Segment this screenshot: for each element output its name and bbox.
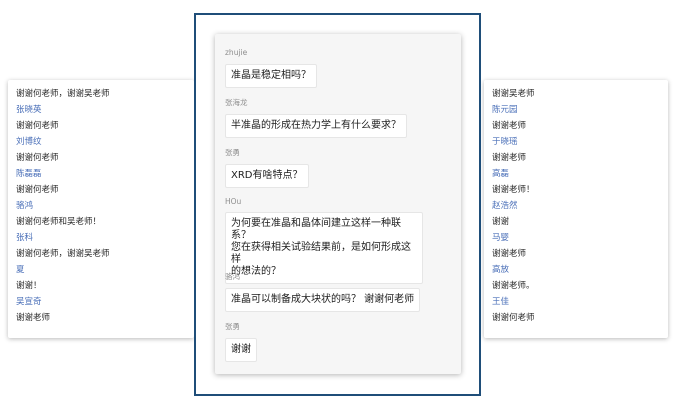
chat-message-text: 谢谢！ xyxy=(16,281,42,291)
chat-sender-name: 于晓瑶 xyxy=(492,137,518,147)
message-bubble: 谢谢 xyxy=(225,338,257,362)
chat-message-text: 谢谢何老师，谢谢吴老师 xyxy=(16,89,110,99)
chat-sender-name: 高磊 xyxy=(492,169,510,179)
chat-sender-name: 张晓英 xyxy=(16,105,42,115)
chat-sender-name: 赵浩然 xyxy=(492,201,518,211)
chat-message: 张勇 XRD有啥特点？ xyxy=(225,148,309,188)
chat-message: 张海龙 半准晶的形成在热力学上有什么要求？ xyxy=(225,98,407,138)
chat-message-text: 谢谢老师 xyxy=(492,153,527,163)
right-chat-list: 谢谢吴老师 陈元园 谢谢老师 于晓瑶 谢谢老师 高磊 谢谢老师！ 赵浩然 谢谢 马婴 谢谢老师 高放谢… xyxy=(492,86,668,326)
chat-message-text: 谢谢 xyxy=(492,217,510,227)
right-chat-panel[interactable]: 谢谢吴老师 陈元园 谢谢老师 于晓瑶 谢谢老师 高磊 谢谢老师！ 赵浩然 谢谢 马婴 谢谢老师 高放谢… xyxy=(484,80,668,338)
chat-message-text: 谢谢何老师 xyxy=(16,185,59,195)
chat-sender-name: 张科 xyxy=(16,233,34,243)
left-chat-list: 谢谢何老师，谢谢吴老师 张晓英 谢谢何老师 刘博纹 谢谢何老师 陈磊磊 谢谢何老师 骆鸿 谢谢何… xyxy=(16,86,194,326)
message-sender: 张海龙 xyxy=(225,98,248,107)
chat-message-text: 谢谢何老师 xyxy=(16,121,59,131)
chat-message-text: 谢谢老师 xyxy=(16,313,51,323)
chat-message: 张勇 谢谢 xyxy=(225,322,257,362)
left-chat-panel[interactable]: 谢谢何老师，谢谢吴老师 张晓英 谢谢何老师 刘博纹 谢谢何老师 陈磊磊 谢谢何老师 骆鸿 谢谢何… xyxy=(8,80,194,338)
qa-chat-card[interactable]: zhujie 准晶是稳定相吗？ 张海龙 半准晶的形成在热力学上有什么要求？ 张勇… xyxy=(215,34,461,374)
message-sender: 张勇 xyxy=(225,322,240,331)
chat-message-text: 谢谢何老师和吴老师！ xyxy=(16,217,102,227)
message-sender: 张勇 xyxy=(225,148,240,157)
chat-message-text: 谢谢何老师 xyxy=(492,313,535,323)
chat-sender-name: 刘博纹 xyxy=(16,137,42,147)
highlight-frame: zhujie 准晶是稳定相吗？ 张海龙 半准晶的形成在热力学上有什么要求？ 张勇… xyxy=(194,13,481,396)
message-sender: 骆鸿 xyxy=(225,272,240,281)
chat-sender-name: 夏 xyxy=(16,265,25,275)
chat-message-text: 谢谢老师 xyxy=(492,121,527,131)
chat-message: 骆鸿 准晶可以制备成大块状的吗？ 谢谢何老师 xyxy=(225,272,421,312)
chat-message-text: 谢谢老师。 xyxy=(492,281,535,291)
chat-sender-name: 骆鸿 xyxy=(16,201,34,211)
chat-message: zhujie 准晶是稳定相吗？ xyxy=(225,48,317,88)
screenshot-stage: 谢谢何老师，谢谢吴老师 张晓英 谢谢何老师 刘博纹 谢谢何老师 陈磊磊 谢谢何老师 骆鸿 谢谢何… xyxy=(0,0,687,403)
chat-message-text: 谢谢老师 xyxy=(492,249,527,259)
chat-message-text: 谢谢老师！ xyxy=(492,185,535,195)
message-sender: zhujie xyxy=(225,48,248,57)
message-bubble: 半准晶的形成在热力学上有什么要求？ xyxy=(225,114,407,138)
message-bubble: XRD有啥特点？ xyxy=(225,164,309,188)
chat-message: HOu 为何要在准晶和晶体间建立这样一种联系？ 您在获得相关试验结果前，是如何形… xyxy=(225,197,423,284)
chat-sender-name: 高放 xyxy=(492,265,510,275)
chat-message-text: 谢谢吴老师 xyxy=(492,89,535,99)
chat-sender-name: 马婴 xyxy=(492,233,510,243)
chat-message-text: 谢谢何老师，谢谢吴老师 xyxy=(16,249,110,259)
chat-sender-name: 陈磊磊 xyxy=(16,169,42,179)
message-bubble: 准晶可以制备成大块状的吗？ 谢谢何老师 xyxy=(225,288,421,312)
message-bubble: 准晶是稳定相吗？ xyxy=(225,64,317,88)
chat-sender-name: 陈元园 xyxy=(492,105,518,115)
message-sender: HOu xyxy=(225,197,242,206)
chat-sender-name: 吴宣奇 xyxy=(16,297,42,307)
chat-sender-name: 王佳 xyxy=(492,297,510,307)
chat-message-text: 谢谢何老师 xyxy=(16,153,59,163)
